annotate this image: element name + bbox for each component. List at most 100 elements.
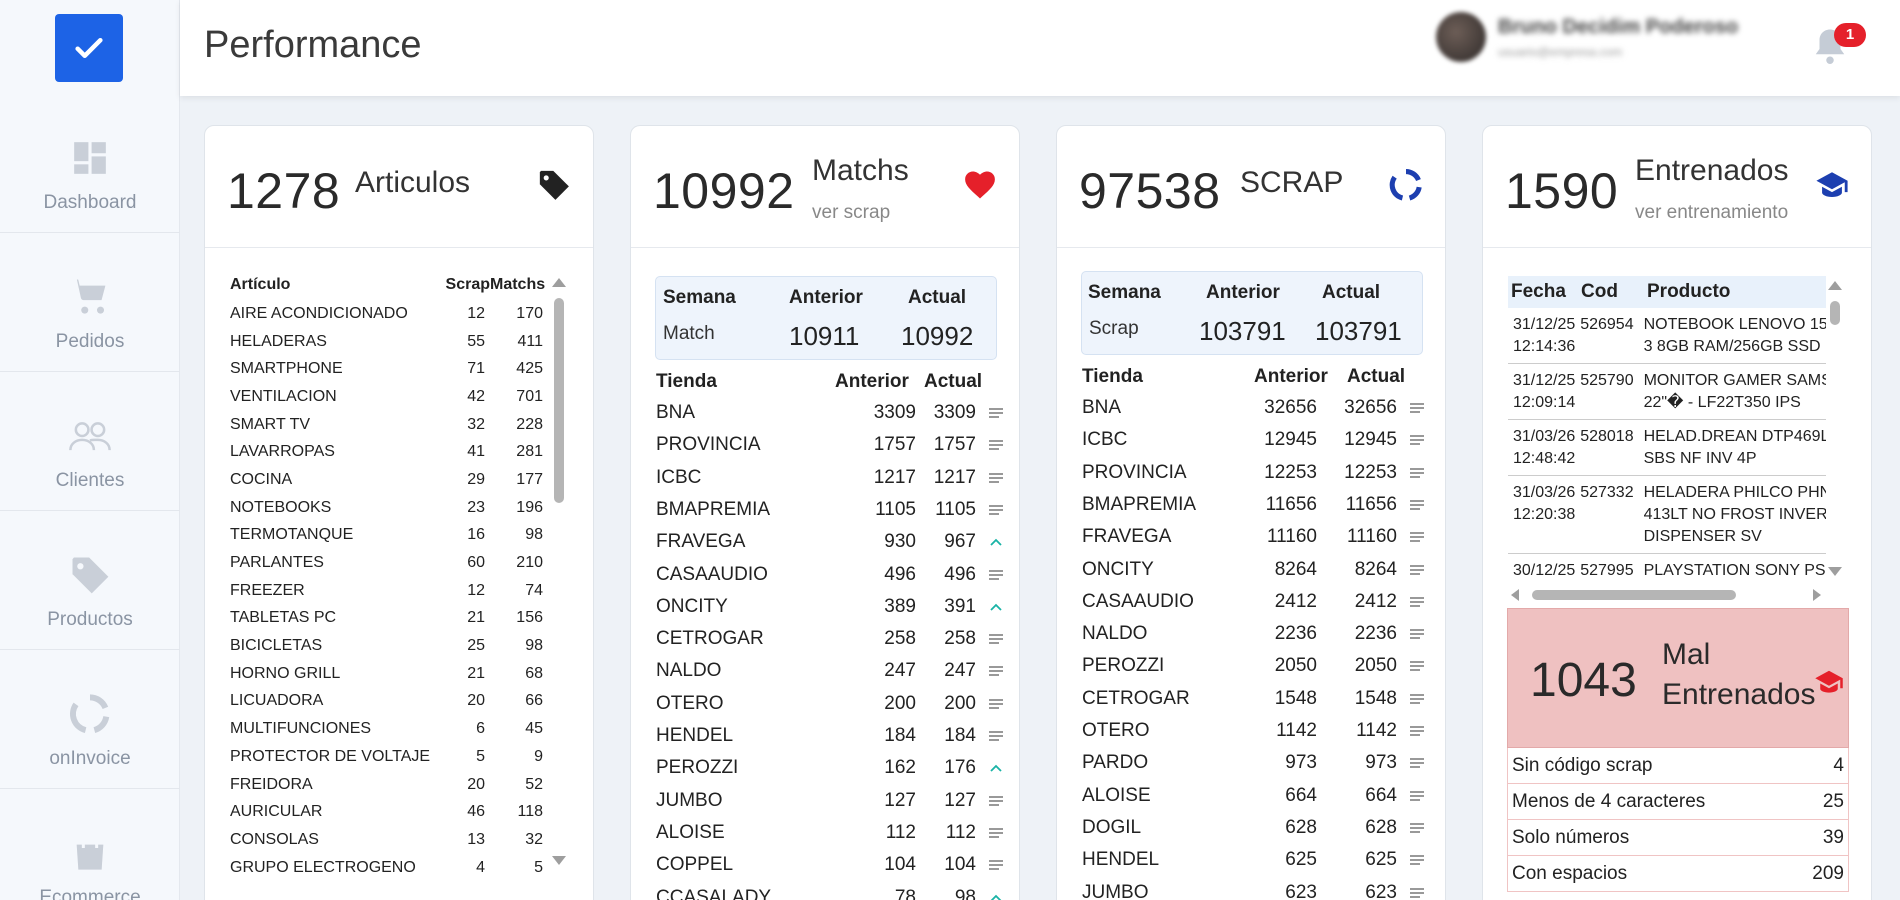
table-row[interactable]: PROTECTOR DE VOLTAJE 5 9 bbox=[230, 743, 550, 771]
scroll-thumb[interactable] bbox=[1830, 301, 1840, 325]
table-row[interactable]: NOTEBOOKS 23 196 bbox=[230, 494, 550, 522]
table-row[interactable]: FRAVEGA 11160 11160 bbox=[1082, 521, 1425, 553]
trend-indicator bbox=[1409, 563, 1425, 577]
column-header[interactable]: Artículo bbox=[230, 276, 435, 300]
mal-entrenados-box[interactable]: 1043 Mal Entrenados bbox=[1507, 608, 1849, 748]
table-row[interactable]: 31/03/26 12:48:42 528018 HELAD.DREAN DTP469… bbox=[1508, 420, 1826, 476]
column-header[interactable]: Anterior bbox=[835, 371, 909, 393]
table-row[interactable]: BICICLETAS 25 98 bbox=[230, 632, 550, 660]
sidebar-item-dashboard[interactable]: Dashboard bbox=[0, 94, 180, 233]
sidebar-item-clientes[interactable]: Clientes bbox=[0, 372, 180, 511]
table-row[interactable]: PROVINCIA 12253 12253 bbox=[1082, 457, 1425, 489]
table-row[interactable]: TERMOTANQUE 16 98 bbox=[230, 522, 550, 550]
column-header[interactable]: Fecha bbox=[1511, 281, 1581, 303]
scroll-thumb[interactable] bbox=[1532, 590, 1736, 600]
horizontal-scrollbar[interactable] bbox=[1508, 586, 1826, 602]
table-row[interactable]: TABLETAS PC 21 156 bbox=[230, 605, 550, 633]
mal-entrenados-item[interactable]: Sin código scrap 4 bbox=[1507, 748, 1849, 784]
table-row[interactable]: CCASALADY 78 98 bbox=[656, 882, 1004, 900]
column-header[interactable]: Scrap bbox=[435, 276, 490, 300]
column-header[interactable]: Producto bbox=[1647, 281, 1730, 303]
table-row[interactable]: HENDEL 625 625 bbox=[1082, 844, 1425, 876]
table-row[interactable]: PROVINCIA 1757 1757 bbox=[656, 429, 1004, 461]
table-row[interactable]: ONCITY 389 391 bbox=[656, 591, 1004, 623]
table-row[interactable]: NALDO 2236 2236 bbox=[1082, 618, 1425, 650]
column-header[interactable]: Tienda bbox=[656, 371, 717, 393]
table-row[interactable]: 31/03/26 12:20:38 527332 HELADERA PHILCO PH… bbox=[1508, 476, 1826, 554]
vertical-scrollbar[interactable] bbox=[551, 276, 566, 866]
table-row[interactable]: FRAVEGA 930 967 bbox=[656, 526, 1004, 558]
vertical-scrollbar[interactable] bbox=[1827, 281, 1842, 581]
column-header[interactable]: Matchs bbox=[490, 276, 545, 300]
column-header[interactable]: Actual bbox=[924, 371, 982, 393]
table-row[interactable]: BNA 3309 3309 bbox=[656, 397, 1004, 429]
table-row[interactable]: JUMBO 623 623 bbox=[1082, 877, 1425, 900]
mal-entrenados-item[interactable]: Con espacios 209 bbox=[1507, 856, 1849, 892]
table-row[interactable]: ICBC 1217 1217 bbox=[656, 462, 1004, 494]
table-row[interactable]: OTERO 200 200 bbox=[656, 688, 1004, 720]
ver-entrenamiento-link[interactable]: ver entrenamiento bbox=[1635, 202, 1788, 224]
table-row[interactable]: HENDEL 184 184 bbox=[656, 720, 1004, 752]
table-row[interactable]: SMART TV 32 228 bbox=[230, 411, 550, 439]
sidebar-item-ecommerce[interactable]: Ecommerce bbox=[0, 789, 180, 900]
table-row[interactable]: COCINA 29 177 bbox=[230, 466, 550, 494]
table-row[interactable]: HORNO GRILL 21 68 bbox=[230, 660, 550, 688]
sidebar-item-productos[interactable]: Productos bbox=[0, 511, 180, 650]
table-row[interactable]: JUMBO 127 127 bbox=[656, 785, 1004, 817]
table-row[interactable]: ONCITY 8264 8264 bbox=[1082, 554, 1425, 586]
user-menu[interactable]: Bruno Decidim Poderoso usuario@empresa.c… bbox=[1436, 12, 1738, 62]
table-row[interactable]: DOGIL 628 628 bbox=[1082, 812, 1425, 844]
scroll-thumb[interactable] bbox=[554, 298, 564, 503]
scroll-down-arrow[interactable] bbox=[1828, 567, 1842, 576]
table-row[interactable]: OTERO 1142 1142 bbox=[1082, 715, 1425, 747]
table-row[interactable]: GRUPO ELECTROGENO 4 5 bbox=[230, 854, 550, 882]
column-header[interactable]: Actual bbox=[1347, 366, 1405, 388]
table-row[interactable]: PARLANTES 60 210 bbox=[230, 549, 550, 577]
table-row[interactable]: 30/12/25 527995 PLAYSTATION SONY PS5 bbox=[1508, 554, 1826, 584]
table-row[interactable]: AURICULAR 46 118 bbox=[230, 798, 550, 826]
table-row[interactable]: MULTIFUNCIONES 6 45 bbox=[230, 715, 550, 743]
table-row[interactable]: COPPEL 104 104 bbox=[656, 849, 1004, 881]
scroll-up-arrow[interactable] bbox=[552, 278, 566, 287]
table-row[interactable]: ICBC 12945 12945 bbox=[1082, 424, 1425, 456]
scroll-up-arrow[interactable] bbox=[1828, 281, 1842, 290]
table-row[interactable]: FREIDORA 20 52 bbox=[230, 771, 550, 799]
table-row[interactable]: 31/12/25 12:14:36 526954 NOTEBOOK LENOVO 15… bbox=[1508, 308, 1826, 364]
table-row[interactable]: BMAPREMIA 11656 11656 bbox=[1082, 489, 1425, 521]
table-row[interactable]: PEROZZI 2050 2050 bbox=[1082, 650, 1425, 682]
scroll-right-arrow[interactable] bbox=[1812, 588, 1822, 602]
column-header[interactable]: Tienda bbox=[1082, 366, 1143, 388]
table-row[interactable]: CETROGAR 1548 1548 bbox=[1082, 683, 1425, 715]
table-row[interactable]: AIRE ACONDICIONADO 12 170 bbox=[230, 300, 550, 328]
ver-scrap-link[interactable]: ver scrap bbox=[812, 202, 890, 224]
table-row[interactable]: CASAAUDIO 496 496 bbox=[656, 559, 1004, 591]
table-row[interactable]: CASAAUDIO 2412 2412 bbox=[1082, 586, 1425, 618]
table-row[interactable]: PEROZZI 162 176 bbox=[656, 752, 1004, 784]
table-row[interactable]: LICUADORA 20 66 bbox=[230, 688, 550, 716]
sidebar-item-pedidos[interactable]: Pedidos bbox=[0, 233, 180, 372]
mal-entrenados-item[interactable]: Menos de 4 caracteres 25 bbox=[1507, 784, 1849, 820]
notifications-button[interactable]: 1 bbox=[1812, 23, 1866, 66]
table-row[interactable]: 31/12/25 12:09:14525790 MONITOR GAMER SAMS… bbox=[1508, 364, 1826, 420]
table-row[interactable]: BNA 32656 32656 bbox=[1082, 392, 1425, 424]
table-row[interactable]: FREEZER 12 74 bbox=[230, 577, 550, 605]
column-header[interactable]: Anterior bbox=[1254, 366, 1328, 388]
table-row[interactable]: SMARTPHONE 71 425 bbox=[230, 355, 550, 383]
table-row[interactable]: LAVARROPAS 41 281 bbox=[230, 438, 550, 466]
table-row[interactable]: CONSOLAS 13 32 bbox=[230, 826, 550, 854]
table-row[interactable]: NALDO 247 247 bbox=[656, 655, 1004, 687]
sidebar-item-oninvoice[interactable]: onInvoice bbox=[0, 650, 180, 789]
table-row[interactable]: BMAPREMIA 1105 1105 bbox=[656, 494, 1004, 526]
column-header[interactable]: Cod bbox=[1581, 281, 1647, 303]
table-row[interactable]: CETROGAR 258 258 bbox=[656, 623, 1004, 655]
mal-entrenados-item[interactable]: Solo números 39 bbox=[1507, 820, 1849, 856]
scroll-down-arrow[interactable] bbox=[552, 856, 566, 865]
app-logo[interactable] bbox=[55, 14, 123, 82]
scroll-left-arrow[interactable] bbox=[1510, 588, 1520, 602]
table-row[interactable]: PARDO 973 973 bbox=[1082, 747, 1425, 779]
table-row[interactable]: ALOISE 664 664 bbox=[1082, 780, 1425, 812]
table-row[interactable]: HELADERAS 55 411 bbox=[230, 328, 550, 356]
table-row[interactable]: VENTILACION 42 701 bbox=[230, 383, 550, 411]
users-icon bbox=[68, 414, 112, 458]
table-row[interactable]: ALOISE 112 112 bbox=[656, 817, 1004, 849]
